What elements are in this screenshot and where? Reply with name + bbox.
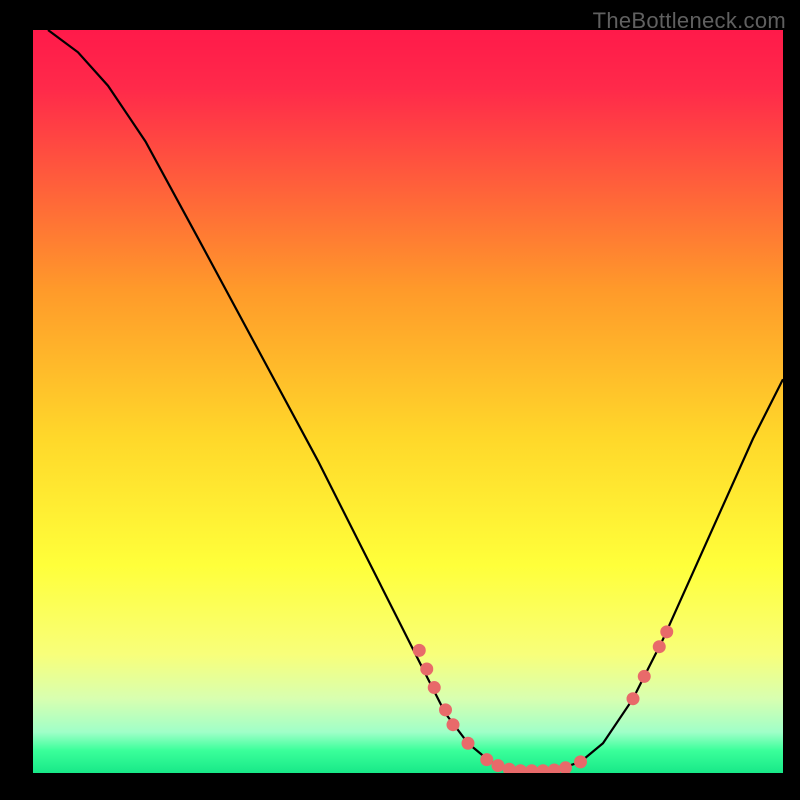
data-point [627, 692, 640, 705]
data-point [420, 662, 433, 675]
data-point [413, 644, 426, 657]
data-point [653, 640, 666, 653]
data-point [480, 753, 493, 766]
data-point [638, 670, 651, 683]
data-point [660, 625, 673, 638]
data-point [439, 703, 452, 716]
data-point [462, 737, 475, 750]
data-point [574, 755, 587, 768]
data-point [447, 718, 460, 731]
data-point [428, 681, 441, 694]
watermark: TheBottleneck.com [593, 8, 786, 34]
chart-container: TheBottleneck.com [0, 0, 800, 800]
data-point [492, 759, 505, 772]
chart-svg [33, 30, 783, 773]
plot-area [33, 30, 783, 773]
